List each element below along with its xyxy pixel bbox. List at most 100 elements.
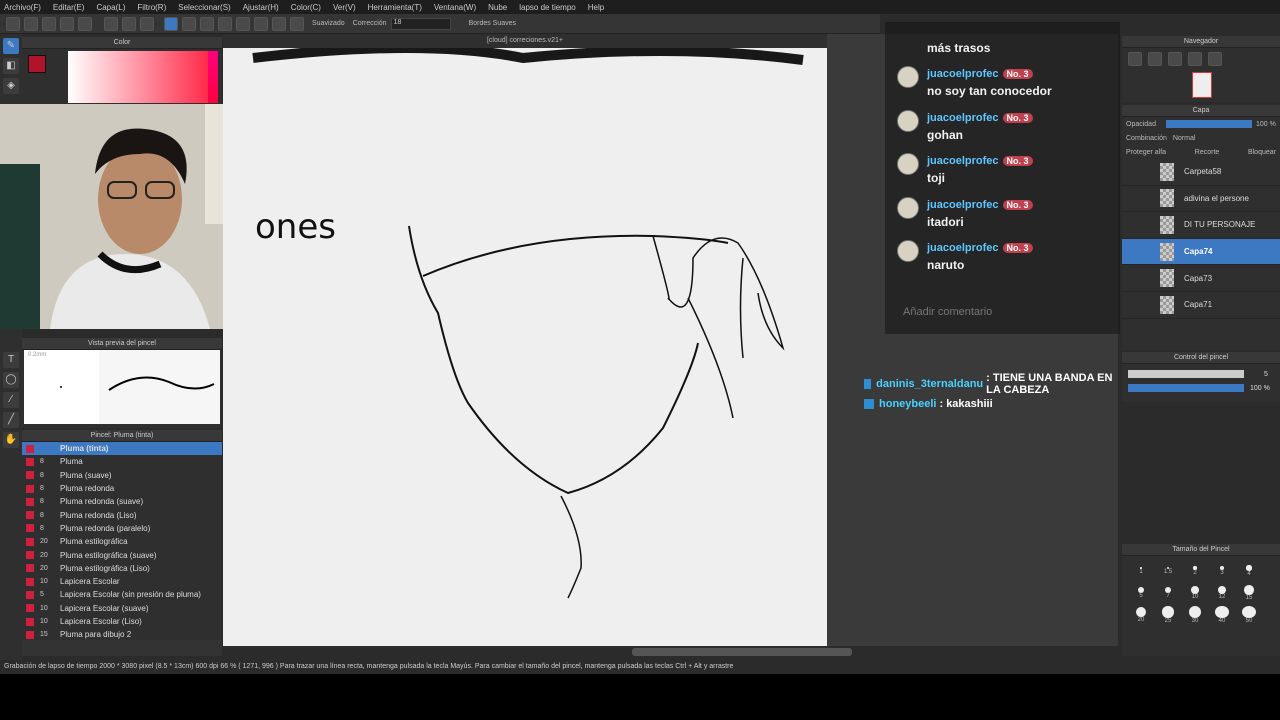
menu-item[interactable]: Ventana(W) — [434, 3, 476, 12]
menu-item[interactable]: Seleccionar(S) — [178, 3, 230, 12]
brush-item[interactable]: Pluma (tinta) — [22, 442, 222, 456]
chat-username[interactable]: juacoelprofec — [927, 112, 999, 124]
brush-opacity-slider[interactable] — [1128, 384, 1244, 392]
main-color-swatch[interactable] — [28, 55, 46, 73]
text-tool-icon[interactable]: T — [3, 352, 19, 368]
snap-icon[interactable] — [164, 16, 178, 31]
perspective-icon[interactable] — [200, 16, 214, 31]
brush-size-option[interactable]: 50 — [1236, 606, 1262, 624]
point-icon[interactable] — [272, 16, 286, 31]
brush-item[interactable]: 20 Pluma estilográfica (Liso) — [22, 562, 222, 575]
brush-item[interactable]: 8 Pluma redonda (Liso) — [22, 508, 222, 521]
line-tool-icon[interactable]: ╱ — [3, 412, 19, 428]
zoom-out-icon[interactable] — [1148, 52, 1162, 66]
brush-item[interactable]: 5 Lapicera Escolar (sin presión de pluma) — [22, 588, 222, 601]
brush-size-option[interactable]: 40 — [1209, 606, 1235, 624]
brush-size-slider[interactable] — [1128, 370, 1244, 378]
flip-icon[interactable] — [1208, 52, 1222, 66]
chat-username[interactable]: juacoelprofec — [927, 199, 999, 211]
open-file-icon[interactable] — [24, 16, 38, 31]
soft-edges-label[interactable]: Bordes Suaves — [469, 20, 516, 27]
layer-row[interactable]: Carpeta58 — [1122, 159, 1280, 186]
lock-checkbox[interactable]: Bloquear — [1248, 149, 1276, 156]
menu-item[interactable]: Editar(E) — [53, 3, 85, 12]
lasso-tool-icon[interactable]: ◯ — [3, 372, 19, 388]
rotate-icon[interactable] — [1188, 52, 1202, 66]
circle-ruler-icon[interactable] — [236, 16, 250, 31]
brush-size-option[interactable]: 5 — [1128, 584, 1154, 602]
brush-item[interactable]: 8 Pluma redonda (paralelo) — [22, 522, 222, 535]
eyedropper-tool-icon[interactable]: ⁄ — [3, 392, 19, 408]
brush-size-option[interactable]: 7 — [1155, 584, 1181, 602]
brush-item[interactable]: 8 Pluma — [22, 455, 222, 468]
fill-tool-icon[interactable]: ◈ — [3, 78, 19, 94]
chat-username[interactable]: juacoelprofec — [927, 155, 999, 167]
menu-item[interactable]: Color(C) — [291, 3, 321, 12]
menu-item[interactable]: Herramienta(T) — [368, 3, 422, 12]
layer-row[interactable]: Capa74 — [1122, 238, 1280, 266]
brush-size-option[interactable]: 1.5 — [1155, 562, 1181, 580]
brush-item[interactable]: 8 Pluma redonda — [22, 482, 222, 495]
menu-item[interactable]: Archivo(F) — [4, 3, 41, 12]
menu-item[interactable]: Nube — [488, 3, 507, 12]
ruler-icon[interactable] — [182, 16, 196, 31]
undo-icon[interactable] — [104, 16, 118, 31]
layer-icon[interactable] — [60, 16, 74, 31]
canvas-horizontal-scrollbar[interactable] — [632, 648, 852, 656]
pen-tool-icon[interactable]: ✎ — [3, 38, 19, 54]
brush-item[interactable]: 8 Pluma redonda (suave) — [22, 495, 222, 508]
layer-row[interactable]: Capa73 — [1122, 265, 1280, 292]
zoom-in-icon[interactable] — [1128, 52, 1142, 66]
menu-item[interactable]: Help — [588, 3, 604, 12]
brush-item[interactable]: 20 Pluma estilográfica (suave) — [22, 548, 222, 561]
chat-username[interactable]: juacoelprofec — [927, 242, 999, 254]
brush-item[interactable]: 10 Lapicera Escolar — [22, 575, 222, 588]
fit-icon[interactable] — [1168, 52, 1182, 66]
menu-item[interactable]: lapso de tiempo — [519, 3, 575, 12]
transform-icon[interactable] — [140, 16, 154, 31]
layer-row[interactable]: adivina el persone — [1122, 186, 1280, 213]
save-icon[interactable] — [42, 16, 56, 31]
target-icon[interactable] — [290, 16, 304, 31]
curve-icon[interactable] — [254, 16, 268, 31]
drawing-canvas[interactable]: ones — [223, 43, 827, 646]
brush-size-option[interactable]: 4 — [1236, 562, 1262, 580]
brush-item[interactable]: 20 Pluma estilográfica — [22, 535, 222, 548]
brush-size-option[interactable]: 2 — [1182, 562, 1208, 580]
color-square[interactable] — [68, 51, 208, 103]
brush-item[interactable]: 10 Lapicera Escolar (Liso) — [22, 615, 222, 628]
brush-item[interactable]: 8 Pluma (suave) — [22, 469, 222, 482]
menu-item[interactable]: Capa(L) — [96, 3, 125, 12]
brush-size-option[interactable]: 12 — [1209, 584, 1235, 602]
layer-row[interactable]: DI TU PERSONAJE — [1122, 212, 1280, 239]
clip-checkbox[interactable]: Recorte — [1195, 149, 1220, 156]
chat-comment-input[interactable]: Añadir comentario — [887, 300, 1118, 326]
protect-alpha-checkbox[interactable]: Proteger alfa — [1126, 149, 1166, 156]
chat-username[interactable]: juacoelprofec — [927, 68, 999, 80]
layer-row[interactable]: Capa71 — [1122, 292, 1280, 319]
smoothing-label[interactable]: Suavizado — [312, 20, 345, 27]
grid-icon[interactable] — [78, 16, 92, 31]
eraser-tool-icon[interactable]: ◧ — [3, 58, 19, 74]
brush-size-option[interactable]: 3 — [1209, 562, 1235, 580]
menu-item[interactable]: Ajustar(H) — [243, 3, 279, 12]
hand-tool-icon[interactable]: ✋ — [3, 432, 19, 448]
brush-size-option[interactable]: 1 — [1128, 562, 1154, 580]
new-file-icon[interactable] — [6, 16, 20, 31]
opacity-slider[interactable] — [1165, 120, 1252, 128]
symmetry-icon[interactable] — [218, 16, 232, 31]
brush-size-option[interactable]: 15 — [1236, 584, 1262, 602]
brush-color-swatch — [26, 524, 34, 533]
menu-item[interactable]: Filtro(R) — [137, 3, 166, 12]
hue-slider[interactable] — [208, 51, 218, 103]
navigator-thumbnail[interactable] — [1192, 72, 1212, 98]
brush-size-option[interactable]: 30 — [1182, 606, 1208, 624]
menu-item[interactable]: Ver(V) — [333, 3, 356, 12]
brush-size-option[interactable]: 25 — [1155, 606, 1181, 624]
brush-size-option[interactable]: 20 — [1128, 606, 1154, 624]
brush-item[interactable]: 10 Lapicera Escolar (suave) — [22, 602, 222, 615]
correction-field[interactable]: 18 — [390, 17, 451, 30]
redo-icon[interactable] — [122, 16, 136, 31]
blend-select[interactable]: Normal — [1173, 135, 1196, 142]
brush-size-option[interactable]: 10 — [1182, 584, 1208, 602]
